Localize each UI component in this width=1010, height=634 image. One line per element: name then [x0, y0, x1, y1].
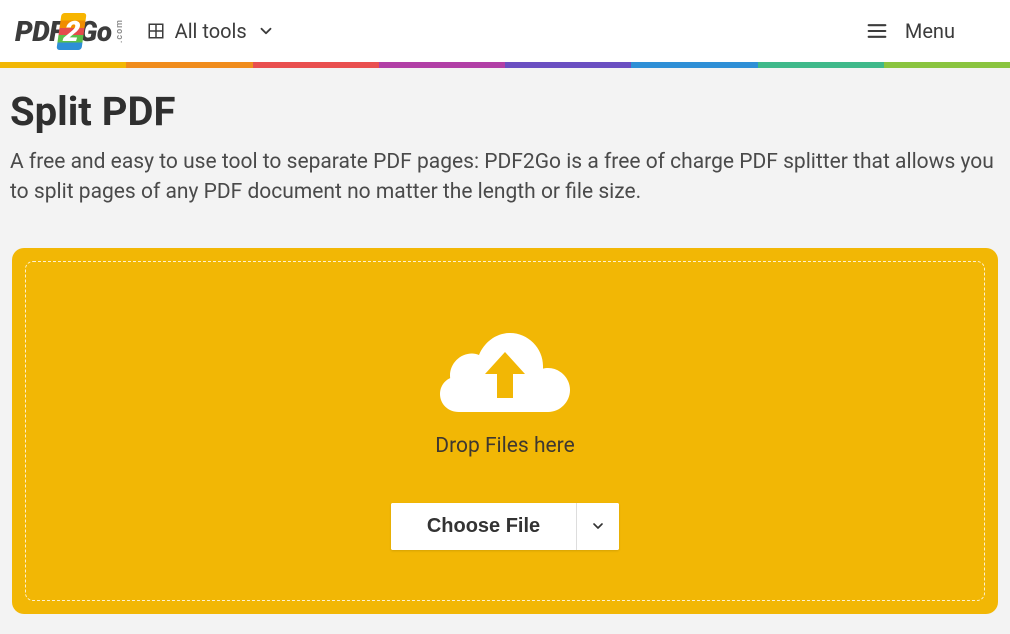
- choose-file-caret-button[interactable]: [577, 503, 619, 550]
- upload-dropzone[interactable]: Drop Files here Choose File: [25, 261, 985, 601]
- color-bar-segment: [505, 62, 631, 68]
- logo-two-wrap: 2: [59, 15, 83, 48]
- page-title: Split PDF: [10, 88, 1000, 135]
- color-bar: [0, 62, 1010, 68]
- grid-icon: [147, 22, 165, 40]
- logo-dotcom: .com: [115, 19, 125, 43]
- color-bar-segment: [379, 62, 505, 68]
- color-bar-segment: [631, 62, 757, 68]
- chevron-down-icon: [257, 22, 275, 40]
- page-description: A free and easy to use tool to separate …: [10, 147, 1000, 208]
- header-bar: PDF 2 Go .com All tools Menu: [0, 0, 1010, 62]
- color-bar-segment: [0, 62, 126, 68]
- menu-button[interactable]: Menu: [867, 19, 995, 43]
- content-area: Split PDF A free and easy to use tool to…: [0, 68, 1010, 634]
- color-bar-segment: [126, 62, 252, 68]
- upload-panel: Drop Files here Choose File: [12, 248, 998, 614]
- choose-file-button-group: Choose File: [391, 503, 619, 550]
- all-tools-dropdown[interactable]: All tools: [147, 19, 275, 43]
- chevron-down-icon: [590, 518, 606, 534]
- color-bar-segment: [758, 62, 884, 68]
- header-left: PDF 2 Go .com All tools: [15, 15, 275, 48]
- menu-label: Menu: [905, 19, 955, 43]
- color-bar-segment: [253, 62, 379, 68]
- all-tools-label: All tools: [175, 19, 247, 43]
- drop-files-label: Drop Files here: [435, 434, 574, 458]
- logo[interactable]: PDF 2 Go .com: [15, 15, 125, 48]
- color-bar-segment: [884, 62, 1010, 68]
- hamburger-icon: [867, 23, 887, 39]
- cloud-upload-icon: [440, 322, 570, 420]
- choose-file-button[interactable]: Choose File: [391, 503, 577, 550]
